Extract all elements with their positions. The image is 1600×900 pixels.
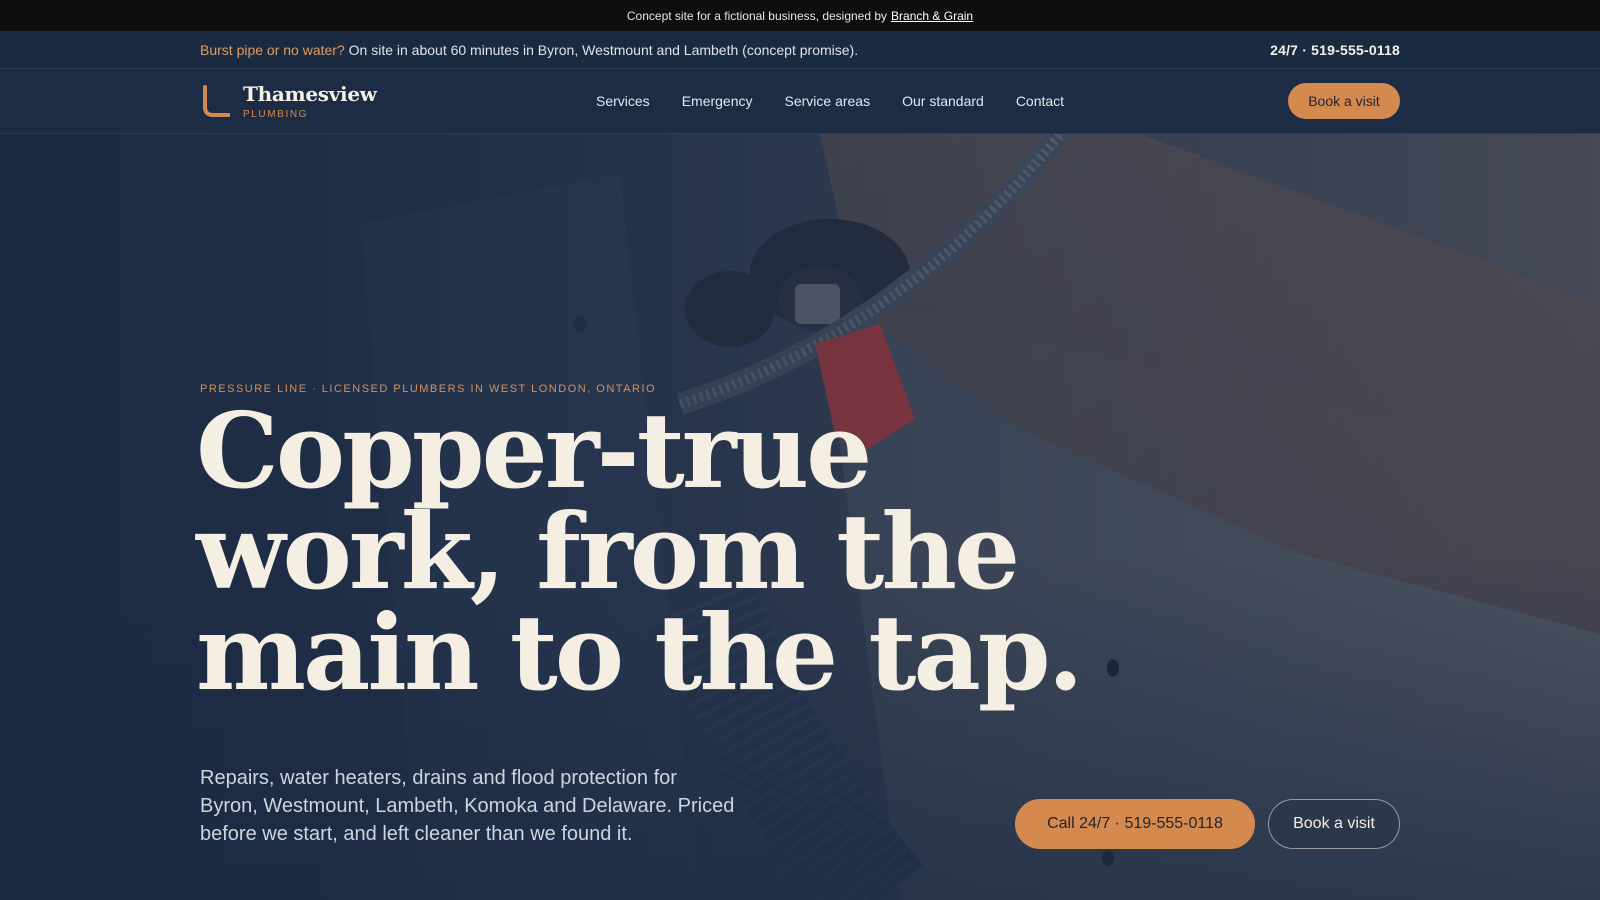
phone-link[interactable]: 24/7 · 519-555-0118 <box>1270 42 1400 58</box>
nav-item-emergency[interactable]: Emergency <box>682 93 753 109</box>
brand-subtitle: PLUMBING <box>243 108 309 120</box>
concept-text: Concept site for a fictional business, d… <box>626 8 888 23</box>
pipe-elbow-icon <box>203 85 230 117</box>
emergency-alert-bar: Burst pipe or no water? On site in about… <box>0 31 1600 69</box>
headline-line: Copper-true <box>196 389 872 512</box>
book-visit-hero-button[interactable]: Book a visit <box>1268 799 1400 849</box>
book-visit-nav-button[interactable]: Book a visit <box>1288 83 1400 119</box>
nav-item-services[interactable]: Services <box>596 93 650 109</box>
nav-links: Services Emergency Service areas Our sta… <box>596 93 1096 109</box>
designer-link[interactable]: Branch & Grain <box>891 9 973 23</box>
main-nav: Thamesview PLUMBING Services Emergency S… <box>0 69 1600 134</box>
alert-message: Burst pipe or no water? On site in about… <box>200 42 858 58</box>
hero-description: Repairs, water heaters, drains and flood… <box>200 767 735 845</box>
concept-banner: Concept site for a fictional business, d… <box>0 0 1600 31</box>
call-now-button[interactable]: Call 24/7 · 519-555-0118 <box>1015 799 1255 849</box>
hero-content: PRESSURE LINE · LICENSED PLUMBERS IN WES… <box>196 134 1400 900</box>
nav-item-service-areas[interactable]: Service areas <box>785 93 871 109</box>
alert-text: On site in about 60 minutes in Byron, We… <box>348 41 859 58</box>
headline-line: main to the tap. <box>196 591 1084 714</box>
alert-lead: Burst pipe or no water? <box>200 41 345 58</box>
brand-logo[interactable]: Thamesview PLUMBING <box>200 83 377 120</box>
brand-name: Thamesview <box>243 81 377 106</box>
hero-section: PRESSURE LINE · LICENSED PLUMBERS IN WES… <box>0 134 1600 900</box>
nav-item-contact[interactable]: Contact <box>1016 93 1064 109</box>
headline-line: work, from the <box>196 490 1020 613</box>
hero-headline: Copper-true work, from the main to the t… <box>196 389 1084 714</box>
nav-item-our-standard[interactable]: Our standard <box>902 93 984 109</box>
